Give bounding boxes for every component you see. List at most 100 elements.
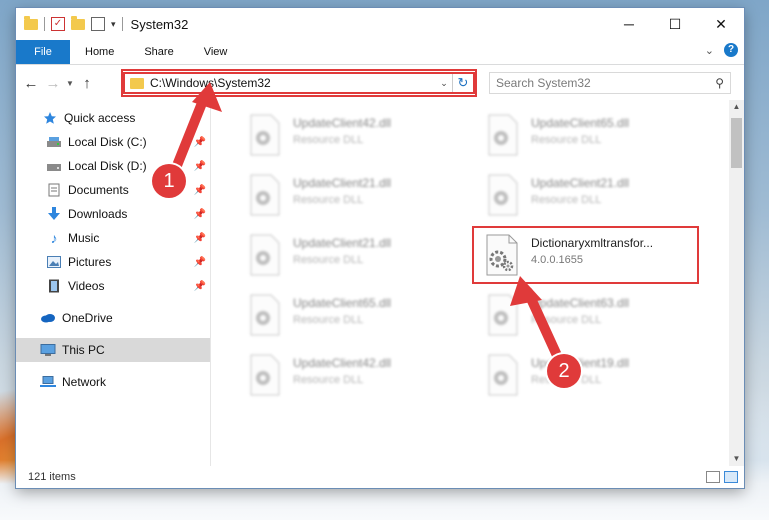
pin-icon[interactable]: 📌	[194, 209, 206, 220]
address-row: ← → ▼ ↑ C:\Windows\System32 ⌄ ↻ ⚲	[16, 65, 744, 101]
sidebar-item-onedrive[interactable]: OneDrive	[16, 306, 210, 330]
maximize-button[interactable]: ☐	[652, 8, 698, 40]
help-icon[interactable]: ?	[724, 43, 738, 57]
step-1-badge: 1	[152, 164, 186, 198]
up-arrow-icon[interactable]: ↑	[76, 75, 98, 92]
cloud-icon	[40, 311, 56, 325]
sidebar-item-music[interactable]: ♪ Music 📌	[16, 226, 210, 250]
dll-file-icon	[245, 234, 283, 276]
new-folder-icon[interactable]	[71, 15, 85, 30]
search-input[interactable]	[496, 76, 716, 90]
vertical-scrollbar[interactable]: ▲ ▼	[729, 100, 744, 466]
close-button[interactable]: ✕	[698, 8, 744, 40]
dll-file-icon	[483, 114, 521, 156]
file-tile[interactable]: UpdateClient65.dll Resource DLL	[469, 110, 689, 160]
sidebar-item-label: OneDrive	[62, 311, 113, 325]
navigation-pane: Quick access Local Disk (C:) 📌 Local Dis…	[16, 100, 211, 466]
pin-icon[interactable]: 📌	[194, 137, 206, 148]
tab-share[interactable]: Share	[129, 40, 188, 64]
drive-icon	[46, 135, 62, 149]
file-description: Resource DLL	[293, 314, 364, 326]
sidebar-item-label: Local Disk (D:)	[68, 159, 147, 173]
tab-view[interactable]: View	[189, 40, 243, 64]
file-tile-dictionaryxmltransform[interactable]: Dictionaryxmltransfor... 4.0.0.1655	[469, 230, 689, 280]
file-description: Resource DLL	[531, 134, 602, 146]
scrollbar-thumb[interactable]	[731, 118, 742, 168]
file-version: 4.0.0.1655	[531, 254, 583, 266]
search-box[interactable]: ⚲	[489, 72, 731, 94]
address-path[interactable]: C:\Windows\System32	[150, 76, 436, 90]
sidebar-item-label: Downloads	[68, 207, 128, 221]
sidebar-item-label: Music	[68, 231, 100, 245]
file-name: UpdateClient42.dll	[293, 116, 392, 130]
file-tile[interactable]: UpdateClient42.dll Resource DLL	[231, 110, 451, 160]
sidebar-item-this-pc[interactable]: This PC	[16, 338, 210, 362]
file-name: UpdateClient65.dll	[293, 296, 392, 310]
video-icon	[46, 279, 62, 293]
drive-icon	[46, 159, 62, 173]
view-switcher	[706, 471, 738, 483]
title-bar: ✓ ▾ System32 ─ ☐ ✕	[16, 8, 744, 40]
file-tile[interactable]: UpdateClient63.dll Resource DLL	[469, 290, 689, 340]
status-bar: 121 items	[16, 466, 744, 488]
minimize-button[interactable]: ─	[606, 8, 652, 40]
rename-icon[interactable]	[91, 17, 105, 31]
file-description: Resource DLL	[293, 134, 364, 146]
content-area: Quick access Local Disk (C:) 📌 Local Dis…	[16, 100, 744, 466]
file-tile[interactable]: UpdateClient65.dll Resource DLL	[231, 290, 451, 340]
sidebar-item-label: Quick access	[64, 111, 136, 125]
expand-ribbon-chevron-icon[interactable]: ⌄	[705, 44, 714, 57]
star-icon	[42, 111, 58, 125]
pin-icon[interactable]: 📌	[194, 185, 206, 196]
scroll-down-arrow-icon[interactable]: ▼	[729, 452, 744, 466]
sidebar-item-downloads[interactable]: Downloads 📌	[16, 202, 210, 226]
file-name: UpdateClient42.dll	[293, 356, 392, 370]
back-arrow-icon[interactable]: ←	[20, 75, 42, 92]
scroll-up-arrow-icon[interactable]: ▲	[729, 100, 744, 114]
sidebar-item-videos[interactable]: Videos 📌	[16, 274, 210, 298]
sidebar-item-label: Documents	[68, 183, 129, 197]
large-icons-view-icon[interactable]	[724, 471, 738, 483]
quick-access-toolbar: ✓ ▾	[16, 15, 123, 31]
file-description: Resource DLL	[293, 374, 364, 386]
tab-file[interactable]: File	[16, 40, 70, 64]
file-name: Dictionaryxmltransfor...	[531, 236, 654, 250]
sidebar-item-quick-access[interactable]: Quick access	[16, 106, 210, 130]
dll-file-icon	[245, 354, 283, 396]
dll-file-icon	[245, 174, 283, 216]
tab-home[interactable]: Home	[70, 40, 129, 64]
ribbon-tabs: File Home Share View ⌄ ?	[16, 40, 744, 65]
sidebar-item-local-disk-c[interactable]: Local Disk (C:) 📌	[16, 130, 210, 154]
pin-icon[interactable]: 📌	[194, 161, 206, 172]
sidebar-item-pictures[interactable]: Pictures 📌	[16, 250, 210, 274]
forward-arrow-icon[interactable]: →	[42, 75, 64, 92]
pin-icon[interactable]: 📌	[194, 257, 206, 268]
file-tile[interactable]: UpdateClient21.dll Resource DLL	[469, 170, 689, 220]
toolbar-divider	[44, 17, 45, 31]
details-view-icon[interactable]	[706, 471, 720, 483]
pin-icon[interactable]: 📌	[194, 281, 206, 292]
file-tile[interactable]: UpdateClient21.dll Resource DLL	[231, 170, 451, 220]
dll-file-icon	[245, 294, 283, 336]
ribbon-controls: ⌄ ?	[705, 43, 738, 57]
customize-toolbar-chevron-icon[interactable]: ▾	[111, 19, 116, 30]
pin-icon[interactable]: 📌	[194, 233, 206, 244]
file-tile[interactable]: UpdateClient21.dll Resource DLL	[231, 230, 451, 280]
recent-locations-chevron-icon[interactable]: ▼	[64, 79, 76, 88]
pictures-icon	[46, 255, 62, 269]
file-name: UpdateClient21.dll	[531, 176, 630, 190]
computer-icon	[40, 343, 56, 357]
properties-check-icon[interactable]: ✓	[51, 17, 65, 31]
download-arrow-icon	[46, 207, 62, 221]
search-icon[interactable]: ⚲	[715, 76, 724, 90]
address-history-chevron-icon[interactable]: ⌄	[436, 78, 452, 89]
sidebar-item-label: Local Disk (C:)	[68, 135, 147, 149]
dll-file-icon	[245, 114, 283, 156]
sidebar-item-network[interactable]: Network	[16, 370, 210, 394]
refresh-icon[interactable]: ↻	[452, 74, 473, 92]
address-bar[interactable]: C:\Windows\System32 ⌄ ↻	[123, 72, 475, 94]
file-tile[interactable]: UpdateClient42.dll Resource DLL	[231, 350, 451, 400]
file-description: Resource DLL	[293, 254, 364, 266]
folder-icon	[24, 15, 38, 30]
toolbar-divider	[121, 17, 123, 31]
